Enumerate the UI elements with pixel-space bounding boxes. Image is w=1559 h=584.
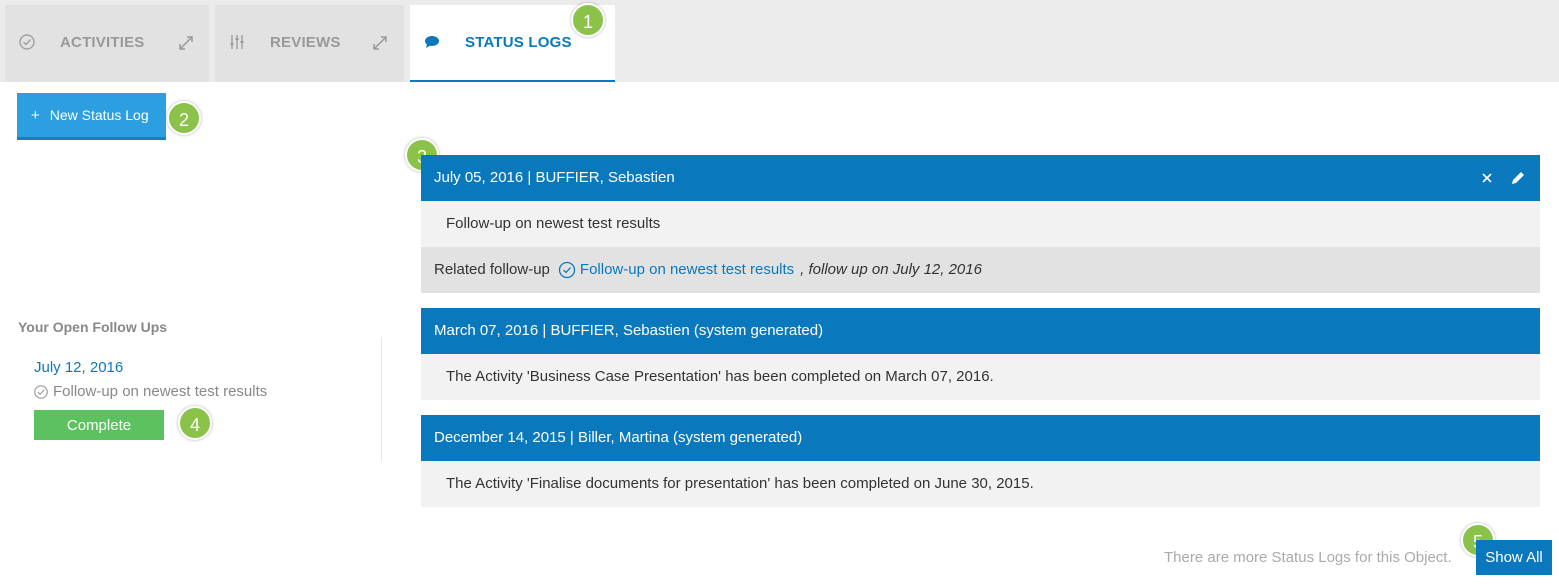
follow-up-label: Follow-up on newest test results [53, 383, 268, 400]
callout-badge: 1 [571, 3, 605, 37]
tab-reviews[interactable]: REVIEWS [215, 5, 404, 82]
close-icon[interactable] [1478, 169, 1496, 187]
show-all-button[interactable]: Show All [1476, 540, 1552, 575]
tab-label: ACTIVITIES [60, 34, 145, 51]
expand-icon[interactable] [372, 35, 388, 51]
callout-badge: 2 [167, 101, 201, 135]
status-log-related: Related follow-up Follow-up on newest te… [421, 247, 1540, 293]
related-label: Related follow-up [434, 261, 550, 278]
tab-label: STATUS LOGS [465, 34, 572, 51]
divider [381, 337, 382, 461]
related-follow-up-link[interactable]: Follow-up on newest test results [558, 247, 794, 293]
pencil-icon[interactable] [1509, 169, 1527, 187]
status-log-header: March 07, 2016 | BUFFIER, Sebastien (sys… [421, 308, 1540, 354]
expand-icon[interactable] [178, 35, 194, 51]
callout-badge: 4 [178, 406, 212, 440]
status-log-header: December 14, 2015 | Biller, Martina (sys… [421, 415, 1540, 461]
more-status-logs-text: There are more Status Logs for this Obje… [1164, 549, 1452, 566]
open-follow-ups-title: Your Open Follow Ups [18, 319, 168, 335]
tab-activities[interactable]: ACTIVITIES [5, 5, 209, 82]
status-log-body: Follow-up on newest test results [421, 201, 1540, 247]
follow-up-item: Follow-up on newest test results [33, 383, 267, 400]
check-circle-icon [34, 384, 48, 399]
status-log-header: July 05, 2016 | BUFFIER, Sebastien [421, 155, 1540, 201]
new-status-log-label: New Status Log [49, 106, 149, 123]
complete-button[interactable]: Complete [34, 410, 164, 440]
tab-bar: ACTIVITIES REVIEWS STATUS LOGS [0, 0, 1559, 82]
check-circle-icon [19, 34, 35, 50]
check-circle-icon [558, 261, 576, 279]
sliders-icon [230, 35, 244, 49]
related-suffix: , follow up on July 12, 2016 [800, 261, 982, 278]
follow-up-date-link[interactable]: July 12, 2016 [34, 359, 123, 376]
plus-icon: + [31, 106, 40, 124]
speech-bubble-icon [425, 36, 439, 48]
status-log-body: The Activity 'Business Case Presentation… [421, 354, 1540, 400]
new-status-log-button[interactable]: + New Status Log [17, 93, 166, 140]
related-link-text: Follow-up on newest test results [579, 261, 795, 278]
status-log-body: The Activity 'Finalise documents for pre… [421, 461, 1540, 507]
status-log-header-text: July 05, 2016 | BUFFIER, Sebastien [434, 169, 675, 186]
tab-label: REVIEWS [270, 34, 341, 51]
